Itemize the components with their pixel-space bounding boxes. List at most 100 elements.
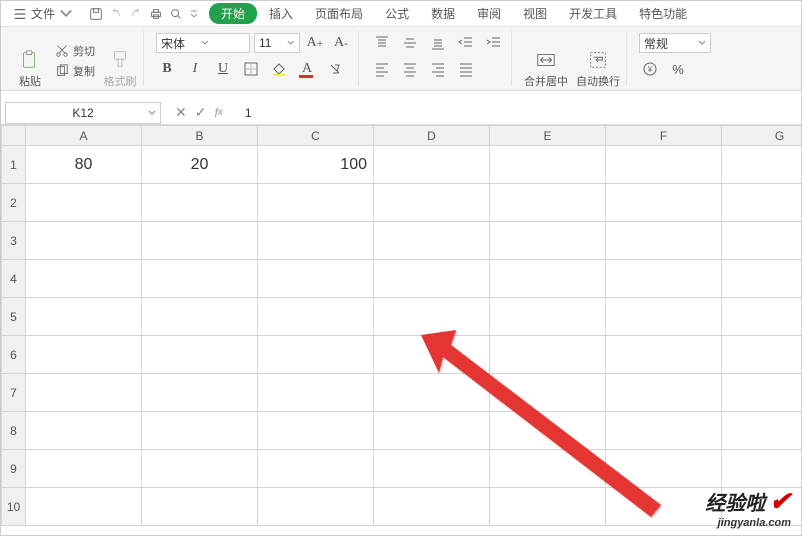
cell[interactable]: [606, 336, 722, 374]
cell[interactable]: [722, 412, 802, 450]
clear-format-button[interactable]: [324, 59, 346, 79]
cell[interactable]: [142, 184, 258, 222]
row-header[interactable]: 4: [2, 260, 26, 298]
cell[interactable]: [26, 222, 142, 260]
cell[interactable]: [142, 488, 258, 526]
cell[interactable]: [490, 412, 606, 450]
cell[interactable]: [142, 298, 258, 336]
align-middle-icon[interactable]: [399, 33, 421, 53]
cell[interactable]: 80: [26, 146, 142, 184]
cell[interactable]: [258, 488, 374, 526]
cell[interactable]: [258, 450, 374, 488]
col-header[interactable]: D: [374, 126, 490, 146]
cell[interactable]: [722, 298, 802, 336]
col-header[interactable]: G: [722, 126, 802, 146]
cell[interactable]: [490, 298, 606, 336]
row-header[interactable]: 6: [2, 336, 26, 374]
tab-insert[interactable]: 插入: [259, 3, 303, 24]
format-painter-button[interactable]: 格式刷: [103, 33, 137, 89]
cell[interactable]: [490, 488, 606, 526]
cell[interactable]: [490, 222, 606, 260]
cell[interactable]: [490, 450, 606, 488]
border-button[interactable]: [240, 59, 262, 79]
align-left-icon[interactable]: [371, 59, 393, 79]
cell[interactable]: [26, 336, 142, 374]
italic-button[interactable]: I: [184, 59, 206, 79]
spreadsheet-grid[interactable]: A B C D E F G 1 80 20 100 2 3 4 5 6 7 8 …: [1, 125, 801, 535]
cell[interactable]: [258, 412, 374, 450]
cell[interactable]: [606, 146, 722, 184]
align-center-icon[interactable]: [399, 59, 421, 79]
col-header[interactable]: A: [26, 126, 142, 146]
cell[interactable]: [26, 184, 142, 222]
cell[interactable]: [722, 260, 802, 298]
undo-icon[interactable]: [109, 7, 123, 21]
cell[interactable]: [606, 184, 722, 222]
cell[interactable]: [26, 374, 142, 412]
enter-icon[interactable]: ✓: [195, 104, 207, 121]
row-header[interactable]: 7: [2, 374, 26, 412]
fx-icon[interactable]: fx: [214, 106, 222, 120]
cut-button[interactable]: 剪切: [55, 43, 95, 59]
row-header[interactable]: 9: [2, 450, 26, 488]
cell[interactable]: [374, 146, 490, 184]
redo-icon[interactable]: [129, 7, 143, 21]
currency-button[interactable]: ¥: [639, 59, 661, 79]
cell[interactable]: [26, 450, 142, 488]
cell[interactable]: [258, 260, 374, 298]
cell[interactable]: [490, 336, 606, 374]
cell[interactable]: [490, 184, 606, 222]
cell[interactable]: [722, 374, 802, 412]
cell[interactable]: [490, 260, 606, 298]
col-header[interactable]: B: [142, 126, 258, 146]
cell[interactable]: [722, 146, 802, 184]
cell[interactable]: [142, 374, 258, 412]
print-icon[interactable]: [149, 7, 163, 21]
cell[interactable]: [258, 298, 374, 336]
cell[interactable]: [606, 298, 722, 336]
col-header[interactable]: E: [490, 126, 606, 146]
row-header[interactable]: 5: [2, 298, 26, 336]
cell[interactable]: [722, 184, 802, 222]
qat-dropdown-icon[interactable]: [189, 9, 199, 19]
tab-review[interactable]: 审阅: [467, 3, 511, 24]
select-all-corner[interactable]: [2, 126, 26, 146]
cell[interactable]: [26, 260, 142, 298]
tab-devtools[interactable]: 开发工具: [559, 3, 627, 24]
name-box[interactable]: K12: [5, 102, 161, 124]
paste-button[interactable]: 粘贴: [13, 33, 47, 89]
cell[interactable]: [26, 298, 142, 336]
cell[interactable]: [490, 374, 606, 412]
align-top-icon[interactable]: [371, 33, 393, 53]
print-preview-icon[interactable]: [169, 7, 183, 21]
tab-view[interactable]: 视图: [513, 3, 557, 24]
align-right-icon[interactable]: [427, 59, 449, 79]
tab-layout[interactable]: 页面布局: [305, 3, 373, 24]
decrease-indent-icon[interactable]: [455, 33, 477, 53]
cell[interactable]: [374, 336, 490, 374]
cell[interactable]: [258, 336, 374, 374]
merge-center-button[interactable]: 合并居中: [524, 33, 568, 89]
cell[interactable]: [142, 222, 258, 260]
cell[interactable]: [374, 374, 490, 412]
cell[interactable]: [26, 412, 142, 450]
cell[interactable]: [258, 184, 374, 222]
save-icon[interactable]: [89, 7, 103, 21]
col-header[interactable]: C: [258, 126, 374, 146]
bold-button[interactable]: B: [156, 59, 178, 79]
font-name-combo[interactable]: 宋体: [156, 33, 250, 53]
cell[interactable]: 100: [258, 146, 374, 184]
formula-input[interactable]: 1: [237, 106, 801, 120]
number-format-combo[interactable]: 常规: [639, 33, 711, 53]
cell[interactable]: [374, 298, 490, 336]
decrease-font-icon[interactable]: A-: [330, 33, 352, 53]
font-color-button[interactable]: A: [296, 59, 318, 79]
justify-icon[interactable]: [455, 59, 477, 79]
cell[interactable]: [258, 374, 374, 412]
cell[interactable]: [374, 412, 490, 450]
cell[interactable]: [490, 146, 606, 184]
tab-features[interactable]: 特色功能: [629, 3, 697, 24]
cell[interactable]: [606, 488, 722, 526]
row-header[interactable]: 10: [2, 488, 26, 526]
cell[interactable]: [142, 260, 258, 298]
